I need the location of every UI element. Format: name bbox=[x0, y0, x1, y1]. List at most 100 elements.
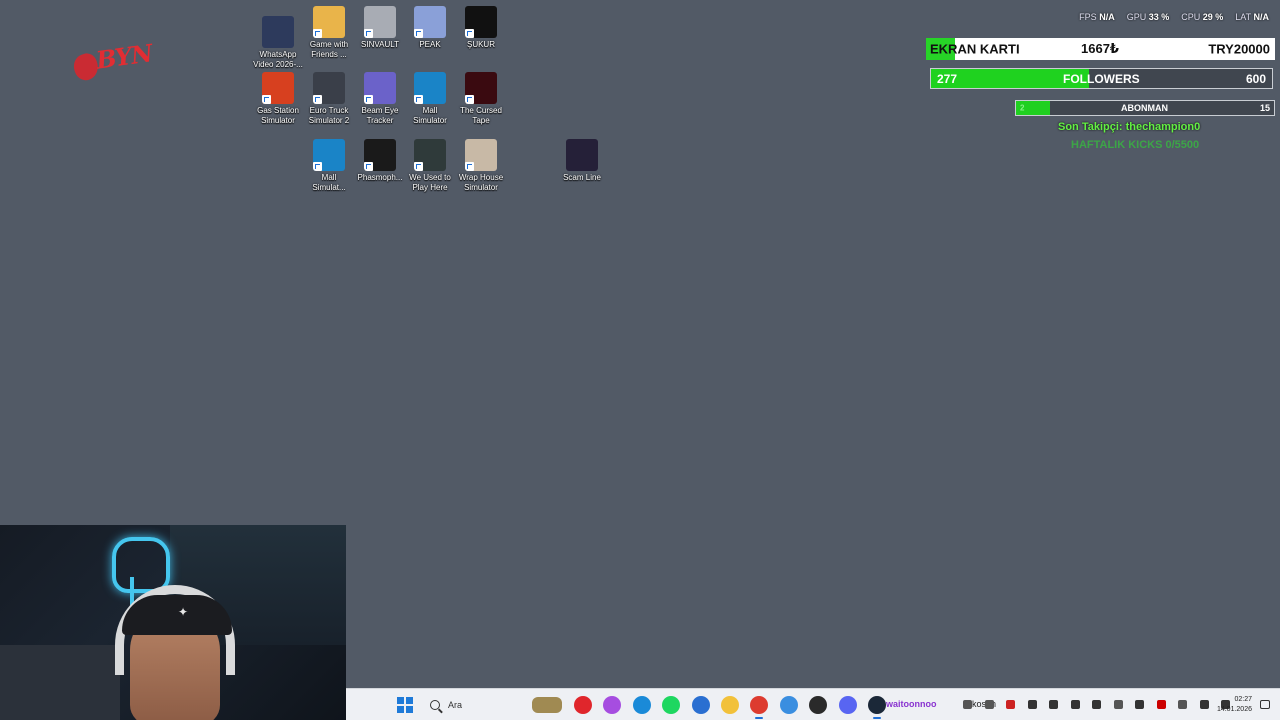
desktop-icon[interactable]: Gas Station Simulator bbox=[253, 72, 303, 126]
gas-station-icon bbox=[262, 72, 294, 104]
mall-simulator-icon bbox=[313, 139, 345, 171]
phasmophobia-icon bbox=[364, 139, 396, 171]
tray-app-icon[interactable] bbox=[1027, 700, 1037, 709]
peak-icon bbox=[414, 6, 446, 38]
shortcut-arrow-icon bbox=[414, 162, 423, 171]
file-explorer-icon[interactable] bbox=[721, 696, 739, 714]
desktop-icon-label: WhatsApp Video 2026-... bbox=[253, 50, 303, 69]
tray-app-icon[interactable] bbox=[1135, 700, 1144, 709]
desktop-icon-label: ŞUKUR bbox=[466, 40, 495, 49]
steam-icon[interactable] bbox=[868, 696, 886, 714]
start-logo-icon-tile bbox=[406, 697, 413, 704]
desktop-icon[interactable]: Scam Line bbox=[557, 139, 607, 183]
taskbar-clock[interactable]: 02:27 14.01.2026 bbox=[1217, 695, 1252, 715]
desktop-icon[interactable]: SINVAULT bbox=[355, 6, 405, 50]
tray-network-icon[interactable] bbox=[1199, 700, 1209, 709]
tray-app-icon[interactable] bbox=[1049, 700, 1058, 709]
sinvault-icon bbox=[364, 6, 396, 38]
taskbar: Ara waitoonnoo kosun 02:27 14.01.2026 bbox=[346, 688, 1280, 720]
tray-record-icon[interactable] bbox=[1156, 700, 1166, 709]
shortcut-arrow-icon bbox=[313, 162, 322, 171]
subscribers-current: 2 bbox=[1020, 103, 1025, 113]
obs-icon[interactable] bbox=[809, 696, 828, 714]
performance-overlay: FPS N/A GPU 33 % CPU 29 % LAT N/A bbox=[1079, 12, 1269, 22]
spotify-icon[interactable] bbox=[662, 696, 681, 714]
desktop-icon[interactable]: Phasmoph... bbox=[355, 139, 405, 183]
tray-chevron-icon[interactable] bbox=[963, 700, 972, 709]
desktop-icon[interactable]: The Cursed Tape bbox=[456, 72, 506, 126]
desktop-icon-label: Beam Eye Tracker bbox=[361, 106, 399, 125]
desktop-icon[interactable]: Game with Friends ... bbox=[304, 6, 354, 60]
desktop-icon-label: Scam Line bbox=[563, 173, 601, 182]
tray-steam-icon[interactable] bbox=[1113, 700, 1123, 709]
shortcut-arrow-icon bbox=[414, 29, 423, 38]
media-app-icon[interactable] bbox=[574, 696, 592, 714]
shortcut-arrow-icon bbox=[364, 95, 373, 104]
euro-truck-icon bbox=[313, 72, 345, 104]
desktop-icon-label: Mall Simulat... bbox=[312, 173, 346, 192]
discord-icon[interactable] bbox=[838, 696, 857, 714]
desktop-icon-label: Phasmoph... bbox=[357, 173, 403, 182]
tray-audio-icon[interactable] bbox=[984, 700, 994, 709]
search-icon bbox=[430, 700, 440, 710]
start-logo-icon-tile bbox=[406, 706, 413, 713]
subscribers-label: ABONMAN bbox=[1121, 103, 1168, 113]
notification-icon[interactable] bbox=[1260, 700, 1270, 709]
edge-icon[interactable] bbox=[632, 696, 651, 714]
desktop-icon-label: PEAK bbox=[419, 40, 441, 49]
latency-readout: LAT N/A bbox=[1235, 12, 1269, 22]
webcam-background-bed bbox=[0, 645, 120, 720]
desktop-icon[interactable]: ŞUKUR bbox=[456, 6, 506, 50]
beam-eye-icon bbox=[364, 72, 396, 104]
gpu-donation-goal-bar: EKRAN KARTI 1667₺ TRY20000 bbox=[926, 38, 1275, 60]
network-app-icon[interactable] bbox=[779, 696, 798, 714]
shortcut-arrow-icon bbox=[364, 29, 373, 38]
desktop-icon-label: The Cursed Tape bbox=[460, 106, 502, 125]
gpu-goal-target: TRY20000 bbox=[1208, 41, 1270, 57]
we-used-to-play-icon bbox=[414, 139, 446, 171]
desktop-icon[interactable]: Wrap House Simulator bbox=[456, 139, 506, 193]
desktop-icon[interactable]: WhatsApp Video 2026-... bbox=[253, 16, 303, 70]
followers-current: 277 bbox=[937, 71, 958, 86]
clock-time: 02:27 bbox=[1234, 696, 1252, 703]
desktop-icon[interactable]: PEAK bbox=[405, 6, 455, 50]
neon-sign bbox=[112, 537, 170, 607]
stream-logo: BYN bbox=[70, 38, 154, 92]
desktop-icon[interactable]: Euro Truck Simulator 2 bbox=[304, 72, 354, 126]
desktop-icon-label: Euro Truck Simulator 2 bbox=[308, 106, 350, 125]
desktop-icon-label: SINVAULT bbox=[361, 40, 399, 49]
start-logo-icon bbox=[397, 697, 404, 704]
shortcut-arrow-icon bbox=[465, 162, 474, 171]
tray-app-icon[interactable] bbox=[1070, 700, 1080, 709]
search-highlight-image bbox=[532, 697, 562, 713]
shortcut-arrow-icon bbox=[262, 95, 271, 104]
desktop-icon[interactable]: Beam Eye Tracker bbox=[355, 72, 405, 126]
gpu-goal-current: 1667₺ bbox=[1081, 41, 1119, 56]
desktop-icon-label: Wrap House Simulator bbox=[458, 173, 504, 192]
followers-goal-bar: 277 FOLLOWERS 600 bbox=[930, 68, 1273, 89]
desktop-icon[interactable]: We Used to Play Here bbox=[405, 139, 455, 193]
gpu-readout: GPU 33 % bbox=[1126, 12, 1170, 22]
tray-vpn-icon[interactable] bbox=[1006, 700, 1015, 709]
subscribers-target: 15 bbox=[1259, 103, 1270, 113]
tray-mic-icon[interactable] bbox=[1178, 700, 1187, 709]
tray-cloud-icon[interactable] bbox=[1092, 700, 1101, 709]
store-icon[interactable] bbox=[691, 696, 710, 714]
desktop-icon-label: Game with Friends ... bbox=[309, 40, 349, 59]
copilot-icon[interactable] bbox=[603, 696, 622, 714]
weekly-kicks-text: HAFTALIK KICKS 0/5500 bbox=[1071, 139, 1200, 151]
desktop-icon[interactable]: Mall Simulator bbox=[405, 72, 455, 126]
video-file-icon bbox=[262, 16, 294, 48]
chrome-icon[interactable] bbox=[750, 696, 769, 714]
desktop-icon[interactable]: Mall Simulat... bbox=[304, 139, 354, 193]
start-button[interactable] bbox=[396, 696, 414, 714]
mall-simulator-icon bbox=[414, 72, 446, 104]
active-app-indicator bbox=[755, 717, 764, 719]
tray-user-text: waitoonnoo bbox=[886, 699, 937, 709]
gpu-goal-title: EKRAN KARTI bbox=[930, 41, 1020, 57]
scam-line-icon bbox=[566, 139, 598, 171]
game-with-friends-icon bbox=[313, 6, 345, 38]
last-follower-text: Son Takipçi: thechampion0 bbox=[1058, 121, 1201, 133]
cursed-tape-icon bbox=[465, 72, 497, 104]
wrap-house-icon bbox=[465, 139, 497, 171]
